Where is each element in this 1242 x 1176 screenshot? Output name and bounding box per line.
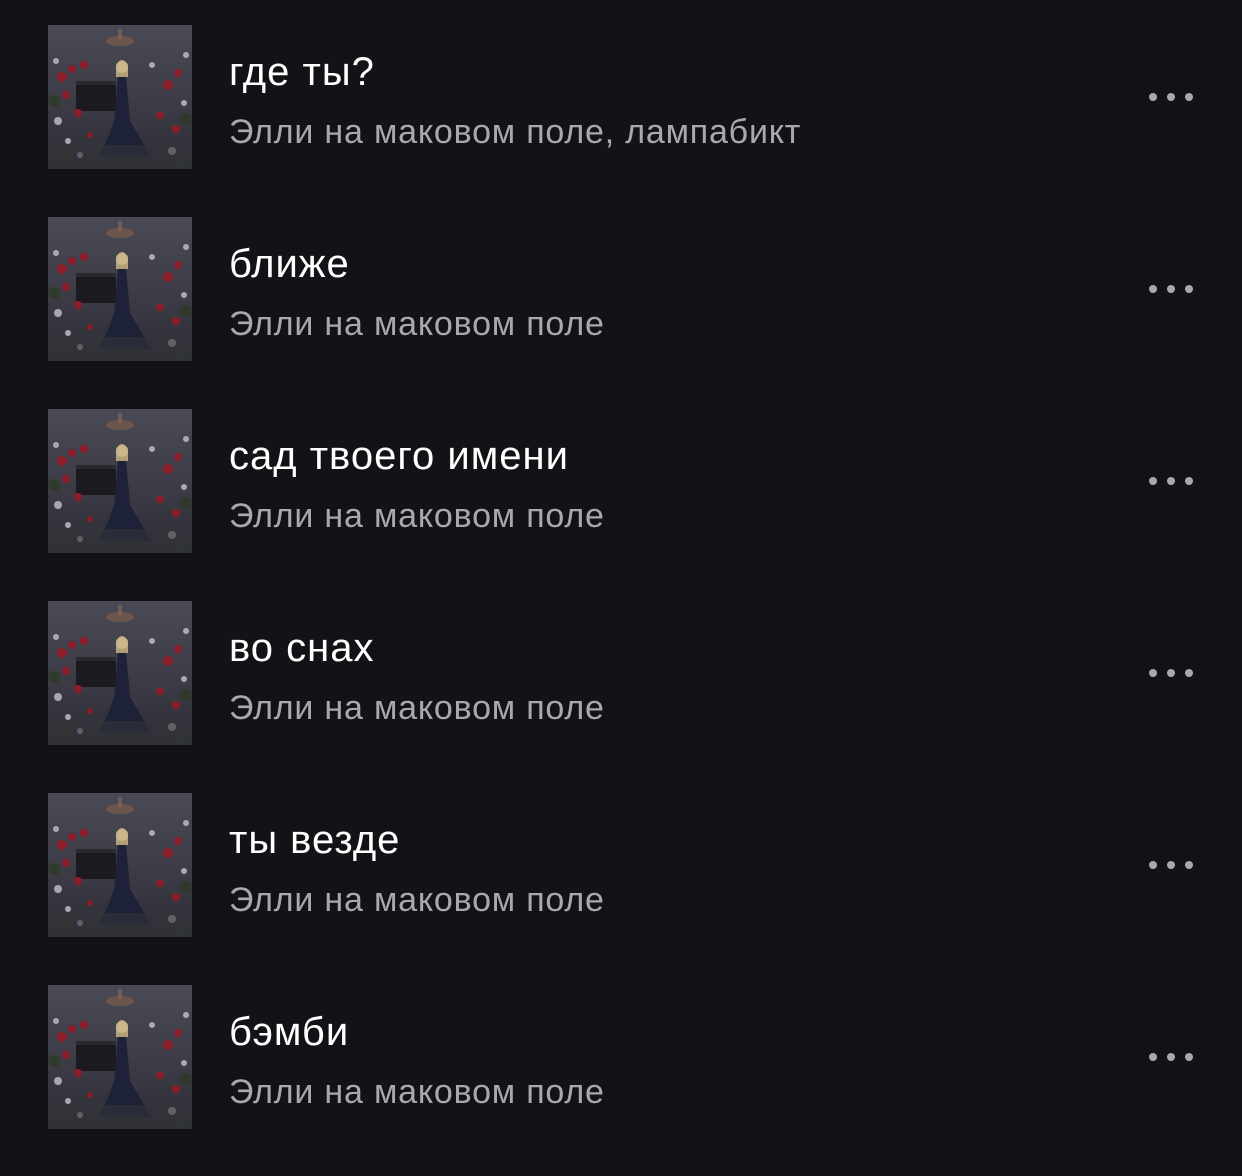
track-row[interactable]: где ты? Элли на маковом поле, лампабикт: [0, 0, 1242, 192]
track-row[interactable]: ближе Элли на маковом поле: [0, 192, 1242, 384]
track-title: ближе: [229, 242, 350, 286]
track-artist: Элли на маковом поле: [229, 689, 605, 727]
track-title: бэмби: [229, 1010, 350, 1054]
track-row[interactable]: ты везде Элли на маковом поле: [0, 768, 1242, 960]
album-cover: [48, 793, 192, 937]
track-artist: Элли на маковом поле, лампабикт: [229, 113, 802, 151]
track-artist: Элли на маковом поле: [229, 881, 605, 919]
more-options-icon[interactable]: [1136, 274, 1206, 304]
album-cover: [48, 409, 192, 553]
track-list: где ты? Элли на маковом поле, лампабикт …: [0, 0, 1242, 1176]
track-title: сад твоего имени: [229, 434, 569, 478]
more-options-icon[interactable]: [1136, 850, 1206, 880]
track-row[interactable]: бэмби Элли на маковом поле: [0, 960, 1242, 1152]
more-options-icon[interactable]: [1136, 658, 1206, 688]
track-artist: Элли на маковом поле: [229, 305, 605, 343]
album-cover: [48, 25, 192, 169]
track-artist: Элли на маковом поле: [229, 497, 605, 535]
album-cover: [48, 985, 192, 1129]
track-row[interactable]: сад твоего имени Элли на маковом поле: [0, 384, 1242, 576]
track-artist: Элли на маковом поле: [229, 1073, 605, 1111]
album-cover: [48, 217, 192, 361]
more-options-icon[interactable]: [1136, 1042, 1206, 1072]
track-title: где ты?: [229, 50, 375, 94]
track-title: во снах: [229, 626, 375, 670]
track-row[interactable]: во снах Элли на маковом поле: [0, 576, 1242, 768]
track-title: ты везде: [229, 818, 401, 862]
more-options-icon[interactable]: [1136, 82, 1206, 112]
more-options-icon[interactable]: [1136, 466, 1206, 496]
album-cover: [48, 601, 192, 745]
